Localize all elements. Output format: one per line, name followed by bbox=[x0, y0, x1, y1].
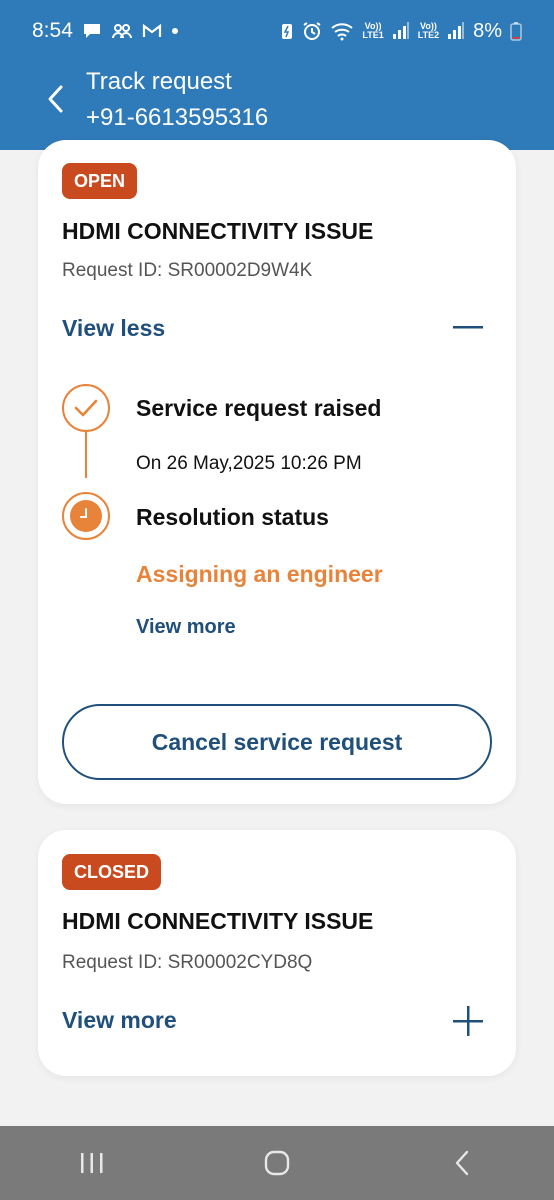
request-card-closed: CLOSED HDMI CONNECTIVITY ISSUE Request I… bbox=[38, 830, 516, 1076]
timeline-step-title: Service request raised bbox=[136, 395, 382, 421]
timeline-connector bbox=[85, 432, 87, 478]
chat-notification-icon bbox=[82, 22, 102, 40]
recent-apps-button[interactable] bbox=[62, 1138, 122, 1188]
collapse-button[interactable] bbox=[452, 312, 484, 344]
timeline-step-raised-indicator bbox=[62, 384, 110, 432]
expand-button[interactable] bbox=[452, 1005, 484, 1037]
volte-lte2-indicator: Vo)) LTE2 bbox=[418, 22, 439, 40]
back-button[interactable] bbox=[40, 84, 70, 114]
home-button[interactable] bbox=[247, 1138, 307, 1188]
clock-icon bbox=[70, 500, 102, 532]
battery-saver-icon bbox=[280, 21, 294, 41]
lte1-label: LTE1 bbox=[362, 30, 384, 40]
request-title: HDMI CONNECTIVITY ISSUE bbox=[62, 218, 374, 244]
cancel-service-request-button[interactable]: Cancel service request bbox=[62, 704, 492, 780]
status-badge: OPEN bbox=[62, 163, 138, 199]
request-id: Request ID: SR00002D9W4K bbox=[62, 260, 313, 281]
home-icon bbox=[264, 1150, 290, 1176]
chevron-left-icon bbox=[48, 85, 63, 113]
timeline-step-date: On 26 May,2025 10:26 PM bbox=[136, 453, 362, 474]
system-navigation-bar bbox=[0, 1126, 554, 1200]
page-subtitle-phone: +91-6613595316 bbox=[86, 104, 269, 131]
battery-percent: 8% bbox=[473, 19, 502, 42]
status-time: 8:54 bbox=[32, 19, 73, 42]
signal-strength-2-icon bbox=[447, 22, 465, 40]
minus-icon bbox=[453, 326, 483, 329]
lte2-label: LTE2 bbox=[417, 30, 440, 40]
group-notification-icon bbox=[111, 22, 133, 40]
back-arrow-icon bbox=[455, 1150, 468, 1176]
timeline-step-resolution-indicator bbox=[62, 492, 110, 540]
volte-lte1-indicator: Vo)) LTE1 bbox=[362, 22, 383, 40]
plus-icon bbox=[453, 1006, 483, 1036]
request-title: HDMI CONNECTIVITY ISSUE bbox=[62, 908, 374, 934]
recent-apps-icon bbox=[81, 1153, 103, 1173]
signal-strength-1-icon bbox=[392, 22, 410, 40]
page-header: Track request +91-6613595316 bbox=[0, 62, 554, 150]
gmail-icon bbox=[142, 23, 162, 39]
view-less-link[interactable]: View less bbox=[62, 315, 165, 342]
page-title: Track request bbox=[86, 68, 232, 95]
system-back-button[interactable] bbox=[432, 1138, 492, 1188]
request-card-open: OPEN HDMI CONNECTIVITY ISSUE Request ID:… bbox=[38, 140, 516, 804]
status-bar: 8:54 Vo)) LTE1 Vo)) LTE2 8% bbox=[0, 0, 554, 62]
resolution-status-text: Assigning an engineer bbox=[136, 561, 383, 587]
view-more-link[interactable]: View more bbox=[62, 1007, 177, 1034]
status-badge: CLOSED bbox=[62, 854, 162, 890]
alarm-icon bbox=[302, 21, 322, 41]
request-id: Request ID: SR00002CYD8Q bbox=[62, 952, 313, 973]
wifi-icon bbox=[330, 21, 354, 41]
battery-icon bbox=[510, 21, 522, 41]
timeline-view-more-link[interactable]: View more bbox=[136, 616, 236, 639]
more-notifications-dot-icon bbox=[171, 27, 179, 35]
check-icon bbox=[74, 399, 98, 417]
timeline-step-title: Resolution status bbox=[136, 504, 329, 530]
app-header-background: 8:54 Vo)) LTE1 Vo)) LTE2 8% Track reques… bbox=[0, 0, 554, 150]
